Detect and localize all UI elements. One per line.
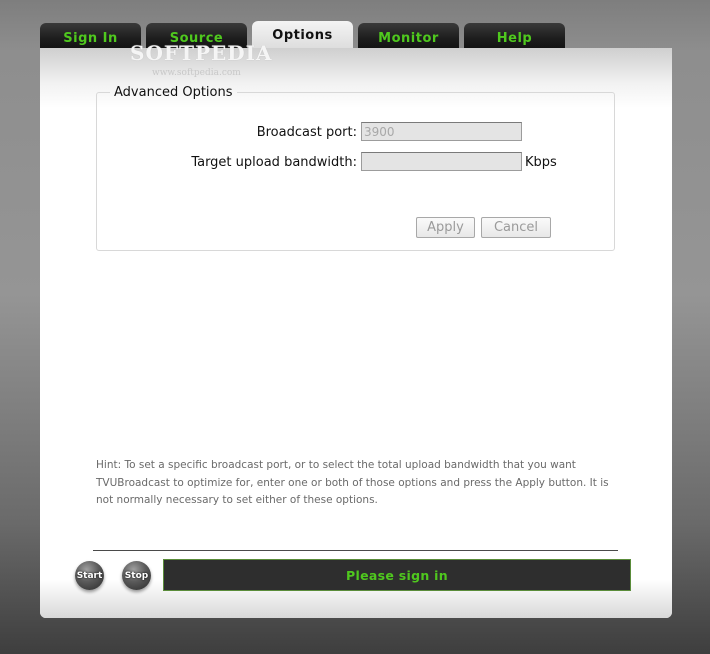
bandwidth-unit: Kbps xyxy=(525,155,557,170)
options-panel: SOFTPEDIA www.softpedia.com Advanced Opt… xyxy=(40,41,672,618)
stop-button[interactable]: Stop xyxy=(122,561,151,590)
hint-text: Hint: To set a specific broadcast port, … xyxy=(96,459,609,506)
bandwidth-input[interactable] xyxy=(361,152,522,171)
apply-button[interactable]: Apply xyxy=(416,217,475,238)
start-button[interactable]: Start xyxy=(75,561,104,590)
tab-monitor[interactable]: Monitor xyxy=(358,23,459,50)
broadcast-port-input[interactable] xyxy=(361,122,522,141)
tab-sign-in[interactable]: Sign In xyxy=(40,23,141,50)
tab-help[interactable]: Help xyxy=(464,23,565,50)
divider xyxy=(93,550,618,551)
watermark-url: www.softpedia.com xyxy=(152,68,241,78)
advanced-options-legend: Advanced Options xyxy=(114,85,233,100)
advanced-options-group: Advanced Options Broadcast port: Target … xyxy=(96,85,615,251)
cancel-button[interactable]: Cancel xyxy=(481,217,551,238)
watermark-logo: SOFTPEDIA xyxy=(130,41,273,65)
bandwidth-label: Target upload bandwidth: xyxy=(191,155,357,170)
status-bar: Please sign in xyxy=(163,559,631,591)
broadcast-port-label: Broadcast port: xyxy=(256,125,357,140)
